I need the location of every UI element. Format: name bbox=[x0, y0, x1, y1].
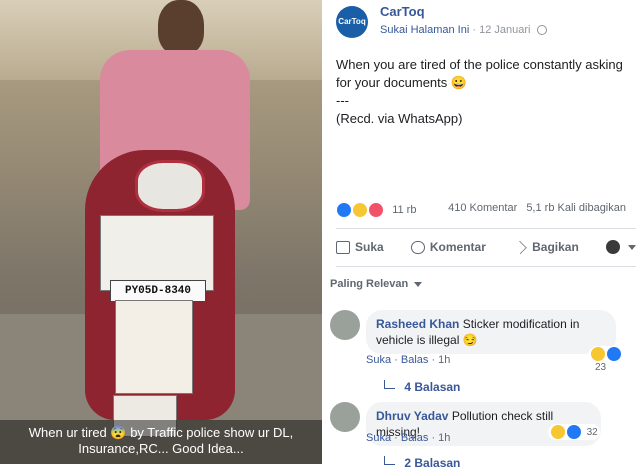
comment-reply-link[interactable]: Balas bbox=[401, 432, 429, 444]
like-reaction-icon bbox=[336, 202, 352, 218]
comment-reaction-count: 32 bbox=[586, 426, 598, 438]
photo-insurance-doc bbox=[115, 300, 193, 394]
reply-arrow-icon bbox=[384, 380, 395, 389]
comments-count[interactable]: 410 Komentar bbox=[448, 202, 517, 214]
comment-button-label: Komentar bbox=[429, 240, 486, 254]
comment-bubble: Rasheed Khan Sticker modification in veh… bbox=[366, 310, 616, 354]
divider-bottom bbox=[336, 266, 636, 267]
comment-meta: Suka · Balas · 1h bbox=[366, 432, 451, 444]
divider-top bbox=[336, 228, 636, 229]
reaction-count[interactable]: 11 rb bbox=[392, 204, 416, 216]
comment-reactions[interactable]: 32 bbox=[548, 424, 600, 440]
haha-reaction-icon bbox=[590, 346, 606, 362]
comment-time[interactable]: 1h bbox=[438, 432, 450, 444]
commenter-avatar[interactable] bbox=[330, 402, 360, 432]
action-bar: Suka Komentar Bagikan bbox=[336, 236, 636, 258]
post-panel: CarToq CarToq Sukai Halaman Ini · 12 Jan… bbox=[322, 0, 644, 470]
comment-like-link[interactable]: Suka bbox=[366, 432, 391, 444]
comment-button[interactable]: Komentar bbox=[410, 240, 486, 254]
post-date[interactable]: 12 Januari bbox=[479, 24, 530, 36]
comment-icon bbox=[410, 240, 425, 254]
photo-rider-head bbox=[158, 0, 204, 55]
view-replies-link[interactable]: 4 Balasan bbox=[384, 380, 460, 394]
comment-reply-link[interactable]: Balas bbox=[401, 354, 429, 366]
shares-count[interactable]: 5,1 rb Kali dibagikan bbox=[526, 202, 626, 214]
comment-meta: Suka · Balas · 1h bbox=[366, 354, 451, 366]
comment-reaction-count: 23 bbox=[595, 362, 607, 373]
thumbs-up-icon bbox=[336, 240, 350, 254]
haha-reaction-icon bbox=[550, 424, 566, 440]
chevron-down-icon bbox=[628, 244, 636, 250]
viewer-identity-selector[interactable] bbox=[606, 240, 636, 254]
love-reaction-icon bbox=[368, 202, 385, 218]
reactions-bar: 11 rb 410 Komentar 5,1 rb Kali dibagikan bbox=[336, 202, 636, 218]
photo-caption: When ur tired 😨 by Traffic police show u… bbox=[0, 420, 322, 464]
like-page-link[interactable]: Sukai Halaman Ini bbox=[380, 24, 469, 36]
photo-headlight bbox=[135, 160, 205, 212]
page-avatar[interactable]: CarToq bbox=[336, 6, 368, 38]
like-button-label: Suka bbox=[355, 240, 384, 254]
share-button[interactable]: Bagikan bbox=[513, 240, 579, 254]
comment-sort-dropdown[interactable]: Paling Relevan bbox=[330, 278, 423, 290]
post-stats: 410 Komentar 5,1 rb Kali dibagikan bbox=[448, 202, 626, 214]
globe-icon bbox=[536, 25, 547, 35]
like-button[interactable]: Suka bbox=[336, 240, 384, 254]
post-text: When you are tired of the police constan… bbox=[336, 57, 623, 126]
meta-separator: · bbox=[472, 24, 477, 36]
haha-reaction-icon bbox=[352, 202, 369, 218]
page-name[interactable]: CarToq bbox=[380, 4, 425, 19]
chevron-down-icon bbox=[414, 282, 423, 287]
replies-count: 2 Balasan bbox=[404, 456, 461, 470]
share-button-label: Bagikan bbox=[532, 240, 579, 254]
like-reaction-icon bbox=[605, 346, 622, 362]
caption-line-2: Insurance,RC... Good Idea... bbox=[78, 441, 244, 456]
caption-line-1: When ur tired 😨 by Traffic police show u… bbox=[28, 425, 294, 440]
viewer-avatar bbox=[606, 240, 620, 254]
commenter-name[interactable]: Dhruv Yadav bbox=[376, 409, 448, 423]
like-reaction-icon bbox=[565, 424, 582, 440]
view-replies-link[interactable]: 2 Balasan bbox=[384, 456, 460, 470]
commenter-name[interactable]: Rasheed Khan bbox=[376, 317, 459, 331]
commenter-avatar[interactable] bbox=[330, 310, 360, 340]
post-photo[interactable]: PY05D-8340 When ur tired 😨 by Traffic po… bbox=[0, 0, 322, 464]
page-subline: Sukai Halaman Ini · 12 Januari bbox=[380, 24, 547, 36]
photo-number-plate: PY05D-8340 bbox=[110, 280, 206, 302]
replies-count: 4 Balasan bbox=[404, 380, 461, 394]
comment-like-link[interactable]: Suka bbox=[366, 354, 391, 366]
share-icon bbox=[513, 240, 527, 254]
comment-sort-label: Paling Relevan bbox=[330, 278, 409, 290]
comment-reactions[interactable]: 23 bbox=[588, 346, 636, 373]
comment-time[interactable]: 1h bbox=[438, 354, 450, 366]
